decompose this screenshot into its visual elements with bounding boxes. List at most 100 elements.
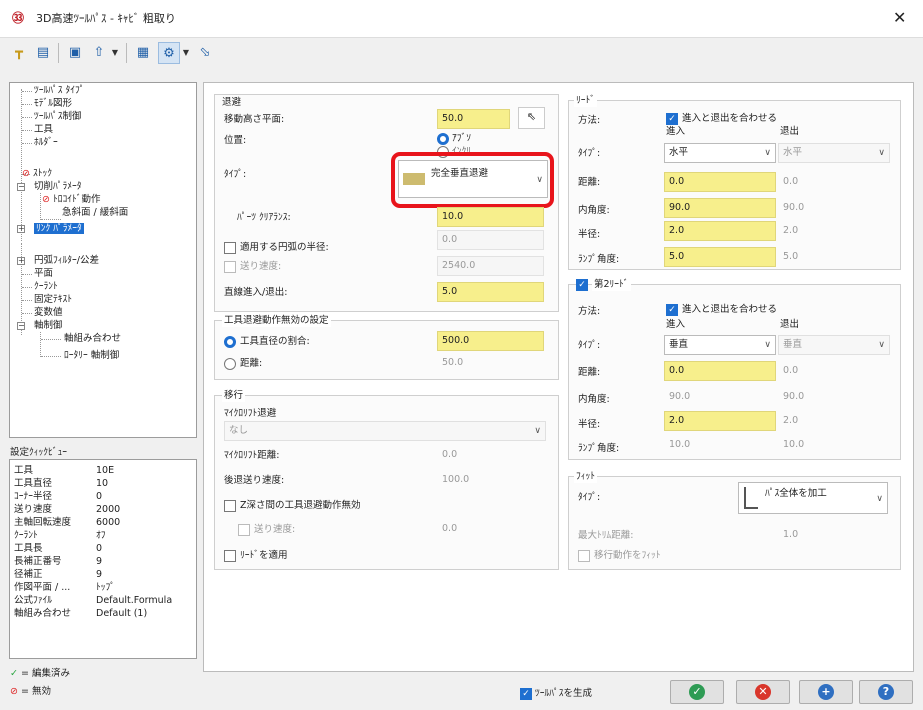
pick-point-button[interactable]: ⇖ (518, 107, 545, 129)
pin-icon[interactable]: ┳ (8, 42, 30, 64)
tree-item-tool[interactable]: 工具 (34, 124, 53, 136)
table-icon[interactable]: ▦ (132, 42, 154, 64)
qv-key: ｺｰﾅｰ半径 (14, 491, 53, 502)
tree-item-axis-control[interactable]: 軸制御 (34, 320, 63, 332)
arc-radius-checkbox[interactable] (224, 242, 236, 254)
tree-item-plane[interactable]: 平面 (34, 268, 53, 280)
settings-wheel-icon[interactable]: ⚙ (158, 42, 180, 64)
tree-item-trochoidal-label: ﾄﾛｺｲﾄﾞ動作 (52, 194, 101, 205)
retract-title: 退避 (222, 97, 242, 108)
microlift-dist-field[interactable]: 0.0 (437, 445, 544, 465)
lead2-ramp-in-field[interactable]: 10.0 (664, 435, 776, 455)
linear-field[interactable]: 5.0 (437, 282, 544, 302)
distance-radio[interactable] (224, 358, 236, 370)
lead-type-in-value: 水平 (669, 147, 689, 158)
distance-field[interactable]: 50.0 (437, 353, 544, 373)
lead2-radius-out-field[interactable]: 2.0 (778, 411, 878, 431)
zdepth-checkbox[interactable] (224, 500, 236, 512)
apply-lead-checkbox[interactable] (224, 550, 236, 562)
lead-angle-in-field[interactable]: 90.0 (664, 198, 776, 218)
qv-key: 長補正番号 (14, 556, 62, 567)
collapse-icon[interactable]: − (17, 322, 25, 330)
fit-move-checkbox[interactable] (578, 550, 590, 562)
zdepth-feed-checkbox[interactable] (238, 524, 250, 536)
expand-icon[interactable]: + (17, 225, 25, 233)
feed-rate-field[interactable]: 2540.0 (437, 256, 544, 276)
tree-item-link-params-label: ﾘﾝｸ ﾊﾟﾗﾒｰﾀ (34, 223, 84, 234)
expand-icon[interactable]: + (17, 257, 25, 265)
lead-match-checkbox[interactable]: ✓ (666, 113, 678, 125)
tool-pct-radio[interactable] (224, 336, 236, 348)
pos-absolute-radio[interactable] (437, 133, 449, 145)
tree-item-toolpath-control[interactable]: ﾂｰﾙﾊﾟｽ制御 (34, 111, 82, 123)
export-icon[interactable]: ⇧ (88, 42, 110, 64)
generate-toolpath-checkbox[interactable]: ✓ (520, 688, 532, 700)
lead2-angle-in-field[interactable]: 90.0 (664, 387, 776, 407)
zdepth-feed-field[interactable]: 0.0 (437, 519, 544, 539)
feed-rate-checkbox[interactable] (224, 261, 236, 273)
corner-arrow-icon[interactable]: ⬂ (194, 42, 216, 64)
lead2-dist-in-field[interactable]: 0.0 (664, 361, 776, 381)
lead-ramp-out-field[interactable]: 5.0 (778, 247, 878, 267)
tree-item-arc-filter[interactable]: 円弧ﾌｨﾙﾀｰ/公差 (34, 255, 99, 267)
qv-value: 6000 (96, 517, 121, 528)
settings-dropdown-icon[interactable]: ▼ (181, 42, 191, 64)
fit-type-label: ﾀｲﾌﾟ: (578, 492, 601, 503)
cancel-button[interactable]: ✕ (736, 680, 790, 704)
zdepth-label: Z深さ間の工具退避動作無効 (240, 500, 361, 511)
lead-ramp-in-field[interactable]: 5.0 (664, 247, 776, 267)
lead-dist-out-field[interactable]: 0.0 (778, 172, 878, 192)
view-sheet-icon[interactable]: ▤ (32, 42, 54, 64)
lead-radius-in-field[interactable]: 2.0 (664, 221, 776, 241)
apply-button[interactable]: + (799, 680, 853, 704)
lead2-type-out-select[interactable]: 垂直 ∨ (778, 335, 890, 355)
close-button[interactable]: ✕ (893, 9, 906, 27)
back-feed-field[interactable]: 100.0 (437, 470, 544, 490)
tree-item-model-geometry[interactable]: ﾓﾃﾞﾙ図形 (34, 98, 72, 110)
lead-method-label: 方法: (578, 115, 601, 126)
pos-absolute-label: ｱﾌﾞｿ (452, 133, 472, 144)
tree-item-link-params[interactable]: ﾘﾝｸ ﾊﾟﾗﾒｰﾀ (34, 223, 84, 235)
lead2-type-in-value: 垂直 (669, 339, 689, 350)
legend-disabled-label: = 無効 (21, 686, 51, 697)
clearance-field[interactable]: 10.0 (437, 207, 544, 227)
ok-button[interactable]: ✓ (670, 680, 724, 704)
tree-item-steep-shallow[interactable]: 急斜面 / 緩斜面 (62, 207, 128, 219)
lead2-type-out-value: 垂直 (783, 339, 803, 350)
tool-pct-field[interactable]: 500.0 (437, 331, 544, 351)
tree-line (22, 313, 32, 314)
tree-item-trochoidal[interactable]: ⊘ ﾄﾛｺｲﾄﾞ動作 (42, 194, 101, 206)
export-dropdown-icon[interactable]: ▼ (110, 42, 120, 64)
lead-angle-out-field[interactable]: 90.0 (778, 198, 878, 218)
tree-item-cut-params[interactable]: 切削ﾊﾟﾗﾒｰﾀ (34, 181, 82, 193)
fit-type-select[interactable]: ﾊﾟｽ全体を加工 ∨ (738, 482, 888, 514)
tree-item-variables[interactable]: 変数値 (34, 307, 63, 319)
microlift-select[interactable]: なし ∨ (224, 421, 546, 441)
lead2-radius-in-field[interactable]: 2.0 (664, 411, 776, 431)
tree-item-fixed-text[interactable]: 固定ﾃｷｽﾄ (34, 294, 72, 306)
tree-item-axis-combination[interactable]: 軸組み合わせ (64, 333, 121, 345)
tree-item-rotary-axis[interactable]: ﾛｰﾀﾘｰ 軸制御 (64, 350, 119, 362)
lead2-enable-checkbox[interactable]: ✓ (576, 279, 588, 291)
lead-type-out-select[interactable]: 水平 ∨ (778, 143, 890, 163)
path-fit-icon (744, 487, 758, 509)
lead2-angle-out-field[interactable]: 90.0 (778, 387, 878, 407)
tree-item-toolpath-type[interactable]: ﾂｰﾙﾊﾟｽ ﾀｲﾌﾟ (34, 85, 85, 97)
collapse-icon[interactable]: − (17, 183, 25, 191)
trim-field[interactable]: 1.0 (778, 525, 878, 545)
lead2-ramp-out-field[interactable]: 10.0 (778, 435, 878, 455)
lead-type-in-select[interactable]: 水平 ∨ (664, 143, 776, 163)
tree-item-coolant[interactable]: ｸｰﾗﾝﾄ (34, 281, 58, 293)
lead-radius-out-field[interactable]: 2.0 (778, 221, 878, 241)
lead-dist-in-field[interactable]: 0.0 (664, 172, 776, 192)
apply-lead-label: ﾘｰﾄﾞを適用 (240, 550, 288, 561)
arc-radius-field[interactable]: 0.0 (437, 230, 544, 250)
lead2-type-in-select[interactable]: 垂直 ∨ (664, 335, 776, 355)
help-button[interactable]: ? (859, 680, 913, 704)
lead2-dist-out-field[interactable]: 0.0 (778, 361, 878, 381)
tree-item-holder[interactable]: ﾎﾙﾀﾞｰ (34, 137, 58, 149)
height-field[interactable]: 50.0 (437, 109, 510, 129)
lead2-match-checkbox[interactable]: ✓ (666, 304, 678, 316)
save-icon[interactable]: ▣ (64, 42, 86, 64)
tree-item-stock[interactable]: ⊘ ｽﾄｯｸ (22, 168, 52, 180)
